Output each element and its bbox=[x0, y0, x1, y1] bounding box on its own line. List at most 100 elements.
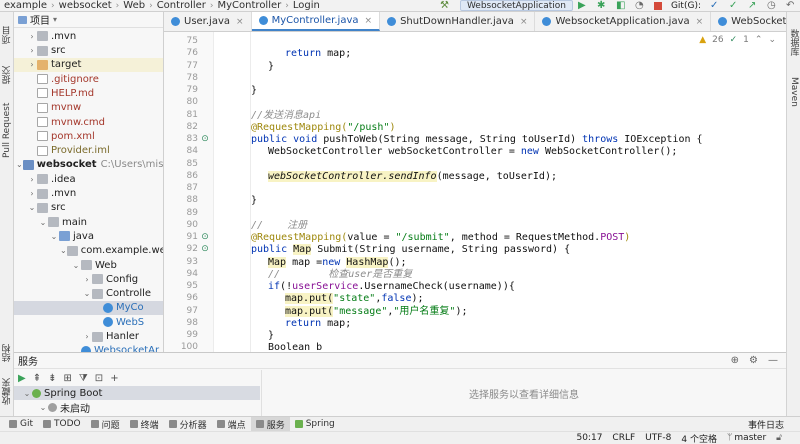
close-icon[interactable]: × bbox=[696, 17, 704, 27]
chevron-right-icon[interactable]: › bbox=[27, 32, 37, 41]
tree-item[interactable]: mvnw.cmd bbox=[14, 115, 163, 130]
tree-item[interactable]: › Hanler bbox=[14, 329, 163, 344]
tree-item[interactable]: ⌄ main bbox=[14, 215, 163, 230]
chevron-right-icon[interactable]: › bbox=[27, 46, 37, 55]
hammer-icon[interactable]: ⚒ bbox=[440, 1, 449, 11]
bottom-tool-tab[interactable]: 问题 bbox=[86, 417, 125, 431]
spring-mapping-icon[interactable]: ⊙ bbox=[200, 134, 210, 144]
chevron-right-icon[interactable]: › bbox=[82, 275, 92, 284]
stop-icon[interactable] bbox=[653, 1, 662, 10]
tree-item[interactable]: › Config bbox=[14, 272, 163, 287]
caret-position[interactable]: 50:17 bbox=[576, 433, 602, 443]
tree-item[interactable]: Provider.iml bbox=[14, 143, 163, 158]
tree-item[interactable]: › .mvn bbox=[14, 186, 163, 201]
tree-item[interactable]: ⌄ Web bbox=[14, 258, 163, 273]
close-icon[interactable]: × bbox=[365, 16, 373, 26]
chevron-down-icon[interactable]: ▾ bbox=[53, 15, 57, 24]
editor-tab[interactable]: WebSocketController.java× bbox=[711, 12, 786, 31]
breadcrumb-item[interactable]: Controller bbox=[157, 0, 206, 11]
project-panel-title[interactable]: 项目 bbox=[30, 12, 50, 27]
chevron-down-icon[interactable]: ⌄ bbox=[27, 203, 37, 212]
code-line[interactable]: WebSocketController webSocketController … bbox=[234, 143, 677, 161]
bottom-tool-tab[interactable]: Git bbox=[4, 417, 38, 431]
editor-tab[interactable]: WebsocketApplication.java × bbox=[535, 12, 712, 31]
collapse-all-icon[interactable]: ⇟ bbox=[48, 373, 56, 384]
git-update-icon[interactable]: ✓ bbox=[710, 1, 719, 11]
tree-item[interactable]: › target bbox=[14, 57, 163, 73]
bottom-tool-tab[interactable]: Spring bbox=[290, 417, 340, 431]
tree-item[interactable]: › .mvn bbox=[14, 29, 163, 44]
favorites-tool-tab[interactable]: 收藏夹 bbox=[0, 374, 14, 410]
gear-icon[interactable]: ⚙ bbox=[749, 355, 758, 366]
bottom-tool-tab[interactable]: TODO bbox=[38, 417, 86, 431]
tree-item[interactable]: › src bbox=[14, 43, 163, 58]
project-tool-tab[interactable]: 项目 bbox=[0, 20, 14, 50]
tree-item[interactable]: › .idea bbox=[14, 172, 163, 187]
tree-item[interactable]: ⌄ com.example.wel bbox=[14, 244, 163, 259]
close-icon[interactable]: × bbox=[236, 17, 244, 27]
code-line[interactable]: } bbox=[234, 192, 257, 210]
inspection-widget[interactable]: ▲ 26 ✓ 1 ⌃ ⌄ bbox=[699, 35, 776, 45]
lock-icon[interactable]: 🔓︎ bbox=[776, 433, 782, 443]
bottom-tool-tab[interactable]: 终端 bbox=[125, 417, 164, 431]
breadcrumb-item[interactable]: websocket bbox=[59, 0, 112, 11]
line-separator[interactable]: CRLF bbox=[612, 433, 635, 443]
group-icon[interactable]: ⊞ bbox=[63, 373, 71, 384]
tree-item[interactable]: ⌄ websocketC:\Users\misak\Id bbox=[14, 158, 163, 173]
chevron-down-icon[interactable]: ⌄ bbox=[60, 246, 67, 255]
globe-icon[interactable]: ⊕ bbox=[731, 355, 739, 366]
tree-item[interactable]: ⌄ java bbox=[14, 229, 163, 244]
close-icon[interactable]: × bbox=[520, 17, 528, 27]
tree-item[interactable]: WebsocketAr bbox=[14, 344, 163, 352]
bottom-tool-tab[interactable]: 分析器 bbox=[164, 417, 212, 431]
spring-mapping-icon[interactable]: ⊙ bbox=[200, 244, 210, 254]
bottom-tool-tab[interactable]: 服务 bbox=[250, 417, 290, 431]
expand-all-icon[interactable]: ⇞ bbox=[33, 373, 41, 384]
git-push-icon[interactable]: ↗ bbox=[748, 1, 757, 11]
structure-tool-tab[interactable]: 结构 bbox=[0, 340, 14, 366]
add-icon[interactable]: + bbox=[110, 373, 118, 384]
code-line[interactable]: } bbox=[234, 82, 257, 100]
profile-icon[interactable]: ◔ bbox=[635, 1, 644, 11]
chevron-right-icon[interactable]: › bbox=[27, 189, 37, 198]
editor-tab[interactable]: MyController.java × bbox=[251, 12, 381, 31]
tree-item[interactable]: mvnw bbox=[14, 101, 163, 116]
tree-item[interactable]: ⌄ Controlle bbox=[14, 286, 163, 301]
service-item[interactable]: ⌄ Spring Boot bbox=[14, 386, 260, 400]
editor-tab[interactable]: ShutDownHandler.java × bbox=[380, 12, 536, 31]
run-configuration-select[interactable]: WebsocketApplication bbox=[459, 0, 573, 11]
chevron-right-icon[interactable]: › bbox=[27, 60, 37, 69]
chevron-down-icon[interactable]: ⌄ bbox=[49, 232, 59, 241]
code-line[interactable]: webSocketController.sendInfo(message, to… bbox=[234, 168, 557, 186]
filter-icon[interactable]: ⧩ bbox=[79, 373, 88, 384]
indent-setting[interactable]: 4 个空格 bbox=[681, 432, 717, 444]
file-encoding[interactable]: UTF-8 bbox=[645, 433, 671, 443]
coverage-icon[interactable]: ◧ bbox=[616, 1, 625, 11]
git-commit-icon[interactable]: ✓ bbox=[729, 1, 738, 11]
tree-item[interactable]: pom.xml bbox=[14, 129, 163, 144]
breadcrumb-item[interactable]: example bbox=[4, 0, 47, 11]
code-line[interactable]: Boolean b bbox=[234, 339, 322, 352]
event-log-tab[interactable]: 事件日志 bbox=[748, 418, 784, 431]
editor-tab[interactable]: User.java × bbox=[164, 12, 252, 31]
open-icon[interactable]: ⊡ bbox=[95, 373, 103, 384]
breadcrumb-item[interactable]: Login bbox=[293, 0, 320, 11]
chevron-down-icon[interactable]: ⌄ bbox=[82, 289, 92, 298]
chevron-down-icon[interactable]: ⌄ bbox=[16, 160, 23, 169]
maven-tool-tab[interactable]: Maven bbox=[787, 74, 800, 110]
run-icon[interactable]: ▶ bbox=[18, 373, 26, 384]
breadcrumb-item[interactable]: Web bbox=[123, 0, 145, 11]
service-item[interactable]: ⌄ 未启动 bbox=[14, 400, 260, 415]
tree-item[interactable]: HELP.md bbox=[14, 86, 163, 101]
chevron-up-icon[interactable]: ⌃ bbox=[755, 35, 763, 45]
debug-icon[interactable]: ✱ bbox=[597, 1, 606, 11]
run-icon[interactable]: ▶ bbox=[578, 1, 587, 11]
breadcrumb-item[interactable]: MyController bbox=[218, 0, 282, 11]
chevron-down-icon[interactable]: ⌄ bbox=[38, 218, 48, 227]
chevron-down-icon[interactable]: ⌄ bbox=[22, 389, 32, 398]
code-editor[interactable]: 75 76 77 78 79 80 81 82 83 ⊙ 84 85 86 87 88 89 90 91 ⊙ 92 ⊙ 9… bbox=[164, 32, 786, 352]
spring-mapping-icon[interactable]: ⊙ bbox=[200, 232, 210, 242]
chevron-down-icon[interactable]: ⌄ bbox=[768, 35, 776, 45]
git-branch[interactable]: ᛘ master bbox=[727, 433, 766, 443]
chevron-right-icon[interactable]: › bbox=[27, 175, 37, 184]
